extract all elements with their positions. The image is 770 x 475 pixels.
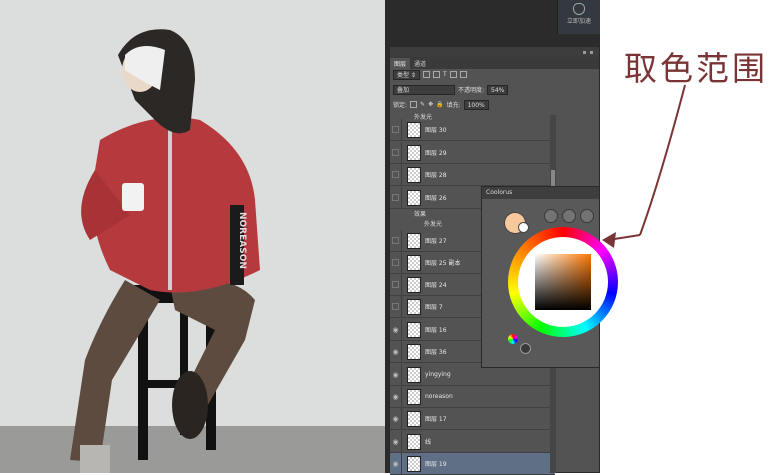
layer-thumbnail	[407, 121, 421, 138]
layer-thumbnail	[407, 343, 421, 360]
saturation-brightness-square[interactable]	[535, 254, 591, 310]
collapse-icon[interactable]	[583, 50, 586, 54]
opacity-label: 不透明度:	[458, 87, 485, 94]
layer-thumbnail	[407, 254, 421, 271]
coolorus-title: Coolorus	[482, 187, 599, 199]
lock-transparent-icon[interactable]	[410, 101, 418, 108]
layer-name: 图层 26	[425, 195, 447, 202]
eye-icon[interactable]: ◉	[390, 452, 402, 475]
scrollbar-thumb[interactable]	[551, 170, 555, 186]
layer-name: 线	[425, 439, 432, 446]
lock-move-icon[interactable]: ✥	[428, 101, 433, 108]
layer-row[interactable]: 图层 30	[390, 118, 555, 141]
layer-thumbnail	[407, 388, 421, 405]
layer-name: 图层 27	[425, 238, 447, 245]
play-icon[interactable]	[520, 343, 531, 354]
fill-input[interactable]: 100%	[463, 99, 489, 110]
layer-name: 图层 36	[425, 349, 447, 356]
layer-name: 图层 17	[425, 416, 447, 423]
layer-row[interactable]: ◉ 图层 19	[390, 452, 555, 475]
layer-thumbnail	[407, 298, 421, 315]
layer-name: 图层 28	[425, 172, 447, 179]
layer-name: 图层 24	[425, 282, 447, 289]
layer-row[interactable]: ◉ 图层 17	[390, 407, 555, 430]
visibility-toggle-icon[interactable]	[390, 163, 402, 186]
layer-row[interactable]: ◉ noreason	[390, 385, 555, 408]
shield-icon	[573, 3, 585, 15]
close-icon[interactable]	[590, 50, 593, 54]
lock-all-icon[interactable]: 🔒	[436, 101, 443, 108]
character-illustration: NOREASON	[70, 29, 260, 473]
layer-thumbnail	[407, 189, 421, 206]
eye-icon[interactable]: ◉	[390, 407, 402, 430]
mini-color-wheel-icon[interactable]	[508, 334, 518, 344]
eye-icon[interactable]: ◉	[390, 430, 402, 453]
sock	[80, 445, 110, 473]
layer-name: 图层 19	[425, 461, 447, 468]
layer-name: noreason	[425, 393, 453, 400]
background-color-swatch[interactable]	[518, 222, 529, 233]
smart-filter-icon[interactable]	[459, 71, 467, 78]
layer-thumbnail	[407, 321, 421, 338]
layer-thumbnail	[407, 433, 421, 450]
layer-row[interactable]: 图层 28	[390, 163, 555, 186]
lock-brush-icon[interactable]: ✎	[420, 101, 425, 108]
blend-mode-select[interactable]: 叠加	[393, 84, 455, 95]
opacity-input[interactable]: 54%	[487, 84, 509, 95]
illustration-canvas: NOREASON	[0, 0, 385, 473]
layer-thumbnail	[407, 366, 421, 383]
visibility-toggle-icon[interactable]	[390, 186, 402, 209]
eye-icon[interactable]: ◉	[390, 363, 402, 386]
gamut-mask-icon[interactable]	[544, 209, 558, 223]
image-filter-icon[interactable]	[422, 71, 430, 78]
layer-thumbnail	[407, 455, 421, 472]
layer-name: yingying	[425, 371, 451, 378]
layer-name: 图层 30	[425, 127, 447, 134]
shape-filter-icon[interactable]	[449, 71, 457, 78]
gamut-shape-icon[interactable]	[562, 209, 576, 223]
eye-icon[interactable]: ◉	[390, 318, 402, 341]
fill-label: 填充:	[446, 102, 461, 109]
effects-label: 效果	[414, 211, 427, 218]
layer-thumbnail	[407, 410, 421, 427]
annotation-arrow	[602, 84, 686, 248]
eye-icon[interactable]: ◉	[390, 340, 402, 363]
filter-row: 类型 ⇕ T	[390, 67, 600, 82]
zipper	[168, 120, 172, 290]
visibility-toggle-icon[interactable]	[390, 118, 402, 141]
eye-icon[interactable]: ◉	[390, 385, 402, 408]
accelerate-label: 立即加速	[566, 18, 591, 25]
filter-type-select[interactable]: 类型 ⇕	[393, 69, 420, 80]
visibility-toggle-icon[interactable]	[390, 295, 402, 318]
visibility-toggle-icon[interactable]	[390, 251, 402, 274]
blend-row: 叠加 不透明度: 54%	[390, 82, 600, 97]
layer-name: 图层 25 副本	[425, 260, 461, 267]
layer-row[interactable]: 图层 29	[390, 141, 555, 164]
text-filter-icon[interactable]: T	[443, 71, 447, 78]
sleeve-text: NOREASON	[237, 212, 247, 269]
layer-name: 图层 29	[425, 150, 447, 157]
accelerate-button[interactable]: 立即加速	[557, 0, 600, 34]
adjust-filter-icon[interactable]	[432, 71, 440, 78]
lock-row: 锁定: ✎ ✥ 🔒 填充: 100%	[390, 97, 600, 112]
visibility-toggle-icon[interactable]	[390, 273, 402, 296]
panel-header	[390, 47, 599, 57]
gamut-mode-icon[interactable]	[580, 209, 594, 223]
effect-outer-glow: 外发光	[424, 221, 443, 228]
shoe	[172, 371, 208, 439]
layer-thumbnail	[407, 166, 421, 183]
coolorus-panel: Coolorus	[481, 186, 618, 368]
layer-thumbnail	[407, 144, 421, 161]
layer-thumbnail	[407, 276, 421, 293]
lock-label: 锁定:	[393, 102, 408, 109]
visibility-toggle-icon[interactable]	[390, 141, 402, 164]
layer-name: 图层 16	[425, 327, 447, 334]
visibility-toggle-icon[interactable]	[390, 229, 402, 252]
cup	[122, 183, 144, 211]
layer-row[interactable]: ◉ 线	[390, 430, 555, 453]
layer-thumbnail	[407, 232, 421, 249]
layer-name: 图层 7	[425, 304, 443, 311]
